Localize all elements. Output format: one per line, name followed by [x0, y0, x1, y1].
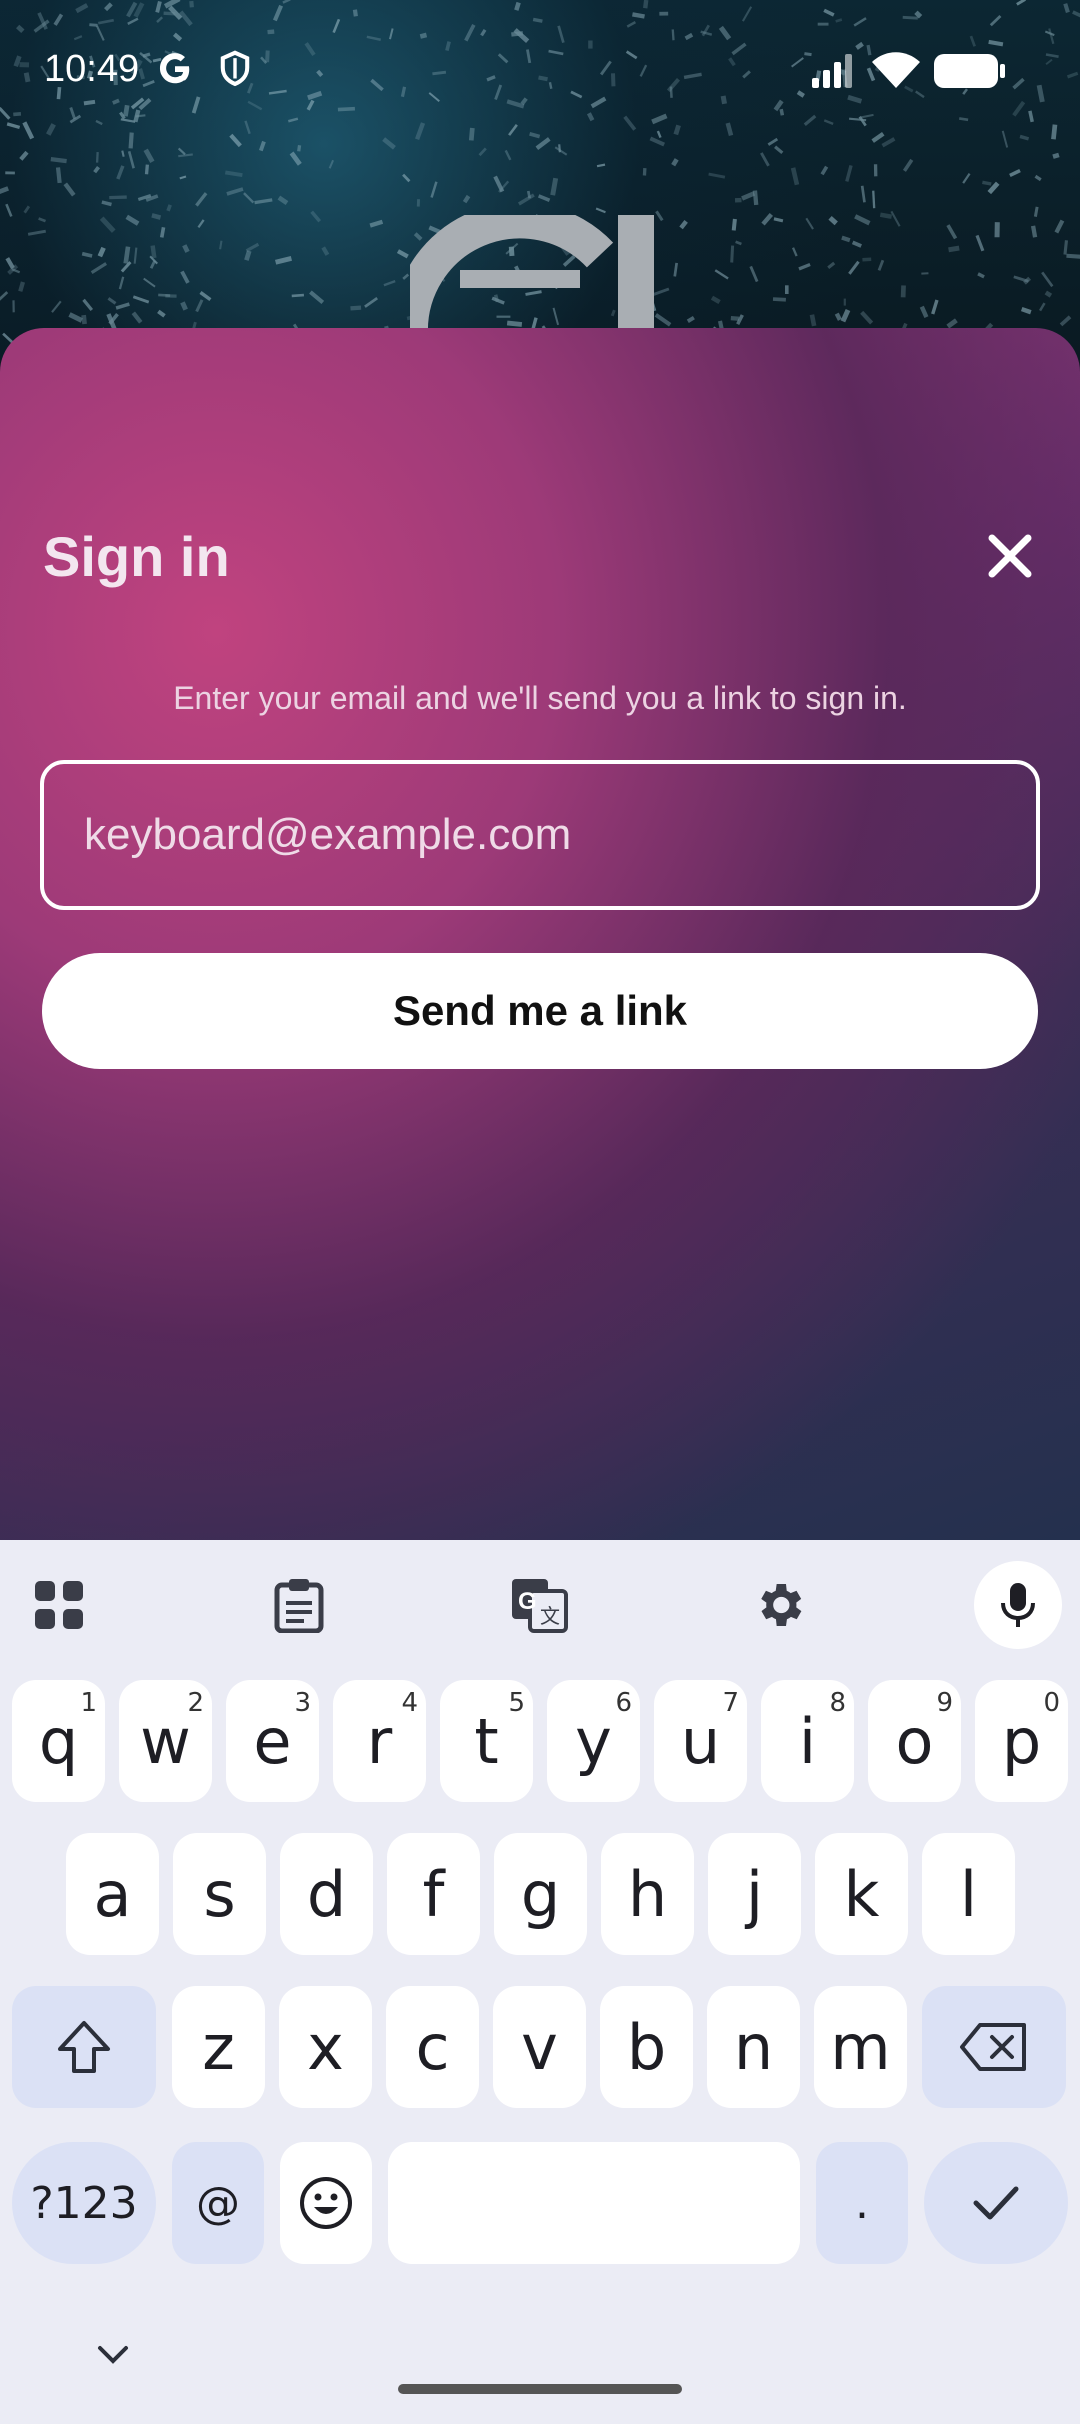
key-r[interactable]: r4: [333, 1680, 426, 1802]
key-hint-number: 3: [294, 1688, 311, 1718]
at-key[interactable]: @: [172, 2142, 264, 2264]
key-p[interactable]: p0: [975, 1680, 1068, 1802]
key-h[interactable]: h: [601, 1833, 694, 1955]
key-label: y: [575, 1704, 612, 1778]
key-b[interactable]: b: [600, 1986, 693, 2108]
key-i[interactable]: i8: [761, 1680, 854, 1802]
key-s[interactable]: s: [173, 1833, 266, 1955]
email-field[interactable]: keyboard@example.com: [40, 760, 1040, 910]
key-label: i: [798, 1704, 817, 1778]
status-time: 10:49: [44, 48, 140, 90]
key-m[interactable]: m: [814, 1986, 907, 2108]
hide-keyboard-chevron-icon[interactable]: [96, 2344, 130, 2366]
shift-icon: [58, 2021, 110, 2073]
key-label: w: [140, 1704, 191, 1778]
close-button[interactable]: [976, 522, 1044, 590]
key-hint-number: 1: [80, 1688, 97, 1718]
clipboard-icon[interactable]: [254, 1560, 344, 1650]
emoji-key[interactable]: [280, 2142, 372, 2264]
settings-gear-icon[interactable]: [734, 1560, 824, 1650]
wifi-icon: [872, 52, 920, 88]
key-f[interactable]: f: [387, 1833, 480, 1955]
key-label: t: [474, 1704, 499, 1778]
checkmark-icon: [973, 2186, 1019, 2220]
key-t[interactable]: t5: [440, 1680, 533, 1802]
key-j[interactable]: j: [708, 1833, 801, 1955]
gesture-navigation-handle[interactable]: [398, 2384, 682, 2394]
key-o[interactable]: o9: [868, 1680, 961, 1802]
svg-text:文: 文: [540, 1604, 560, 1628]
key-hint-number: 5: [508, 1688, 525, 1718]
key-z[interactable]: z: [172, 1986, 265, 2108]
app-logo-backdrop: [410, 215, 654, 335]
symbols-key[interactable]: ?123: [12, 2142, 156, 2264]
key-u[interactable]: u7: [654, 1680, 747, 1802]
key-y[interactable]: y6: [547, 1680, 640, 1802]
key-hint-number: 6: [615, 1688, 632, 1718]
key-hint-number: 9: [936, 1688, 953, 1718]
microphone-icon[interactable]: [974, 1561, 1062, 1649]
send-link-button[interactable]: Send me a link: [42, 953, 1038, 1069]
apps-grid-icon[interactable]: [14, 1560, 104, 1650]
sign-in-instructions: Enter your email and we'll send you a li…: [173, 680, 907, 716]
on-screen-keyboard: G 文 q1w2e3r4t5y6u7i8o9p0 asdfghjkl z x c…: [0, 1540, 1080, 2424]
status-bar: 10:49: [0, 0, 1080, 140]
key-label: e: [253, 1704, 292, 1778]
backspace-key[interactable]: [922, 1986, 1066, 2108]
translate-icon[interactable]: G 文: [494, 1560, 584, 1650]
key-label: o: [895, 1704, 934, 1778]
google-g-icon: [159, 53, 190, 84]
key-n[interactable]: n: [707, 1986, 800, 2108]
key-v[interactable]: v: [493, 1986, 586, 2108]
key-k[interactable]: k: [815, 1833, 908, 1955]
key-label: r: [366, 1704, 393, 1778]
done-key[interactable]: [924, 2142, 1068, 2264]
keyboard-toolbar: G 文: [0, 1540, 1080, 1660]
key-c[interactable]: c: [386, 1986, 479, 2108]
svg-text:G: G: [518, 1588, 537, 1615]
signal-icon: [812, 54, 852, 88]
sign-in-sheet: Sign in Enter your email and we'll send …: [0, 328, 1080, 1540]
key-hint-number: 0: [1043, 1688, 1060, 1718]
email-placeholder: keyboard@example.com: [84, 810, 572, 859]
key-d[interactable]: d: [280, 1833, 373, 1955]
key-hint-number: 2: [187, 1688, 204, 1718]
close-icon: [988, 534, 1032, 578]
shift-key[interactable]: [12, 1986, 156, 2108]
backspace-icon: [960, 2023, 1026, 2071]
key-hint-number: 4: [401, 1688, 418, 1718]
key-hint-number: 7: [722, 1688, 739, 1718]
battery-icon: [934, 54, 1005, 88]
key-x[interactable]: x: [279, 1986, 372, 2108]
emoji-icon: [300, 2177, 352, 2229]
sheet-title: Sign in: [43, 525, 230, 588]
key-label: p: [1001, 1704, 1042, 1778]
key-g[interactable]: g: [494, 1833, 587, 1955]
space-key[interactable]: [388, 2142, 800, 2264]
key-hint-number: 8: [829, 1688, 846, 1718]
key-q[interactable]: q1: [12, 1680, 105, 1802]
key-e[interactable]: e3: [226, 1680, 319, 1802]
key-w[interactable]: w2: [119, 1680, 212, 1802]
key-label: q: [38, 1704, 79, 1778]
shield-icon: [220, 50, 250, 87]
key-label: u: [680, 1704, 721, 1778]
key-a[interactable]: a: [66, 1833, 159, 1955]
period-key[interactable]: .: [816, 2142, 908, 2264]
key-l[interactable]: l: [922, 1833, 1015, 1955]
